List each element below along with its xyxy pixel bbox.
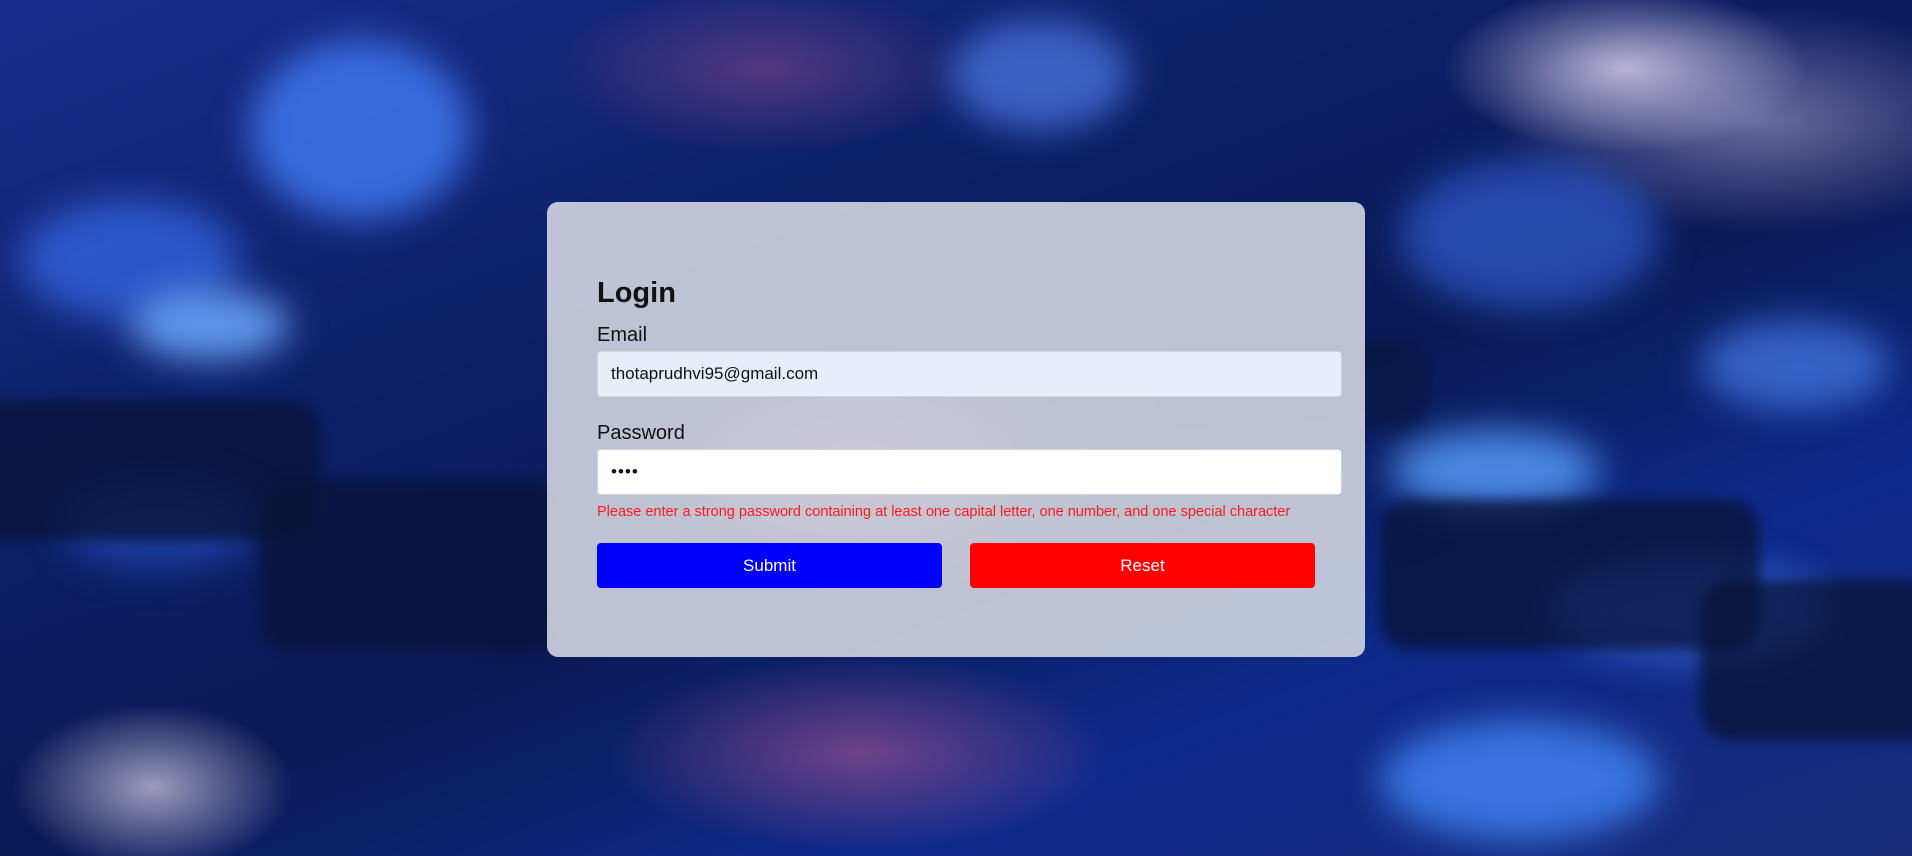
login-card: Login Email Password Please enter a stro… (547, 202, 1365, 657)
login-title: Login (597, 277, 676, 309)
password-field[interactable] (597, 449, 1342, 495)
form-buttons: Submit Reset (597, 543, 1342, 588)
password-label: Password (597, 422, 685, 444)
email-field[interactable] (597, 351, 1342, 397)
submit-button[interactable]: Submit (597, 543, 942, 588)
password-error-message: Please enter a strong password containin… (597, 504, 1291, 520)
email-label: Email (597, 324, 648, 346)
reset-button[interactable]: Reset (970, 543, 1315, 588)
